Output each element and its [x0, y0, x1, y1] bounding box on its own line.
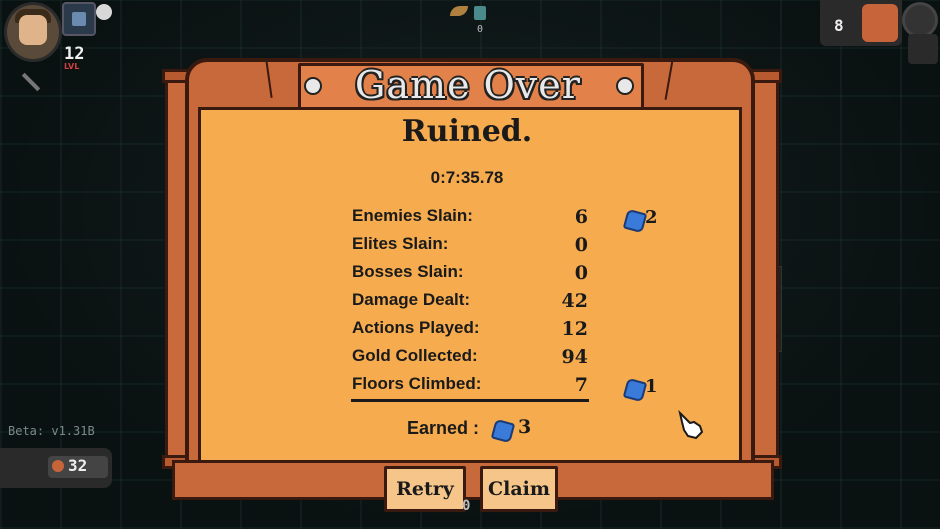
- game-over-title: Game Over: [355, 63, 581, 107]
- gold-coin-icon: [52, 460, 64, 472]
- stat-label: Bosses Slain:: [352, 262, 464, 281]
- stat-label: Damage Dealt:: [352, 290, 471, 309]
- currency-panel: 8: [820, 0, 902, 46]
- stat-value: 6: [574, 206, 588, 228]
- stat-value: 7: [574, 374, 588, 396]
- run-time: 0:7:35.78: [430, 168, 504, 187]
- player-avatar: [4, 2, 62, 62]
- orb-icon: [96, 4, 112, 20]
- menu-slot[interactable]: [908, 34, 938, 64]
- boot-icon: [474, 6, 486, 20]
- results-panel: [198, 107, 742, 463]
- leaf-icon: [450, 6, 468, 16]
- stat-value: 0: [574, 234, 588, 256]
- stat-value: 0: [574, 262, 588, 284]
- currency-count: 8: [834, 16, 844, 35]
- stat-value: 94: [561, 346, 588, 368]
- stat-label: Elites Slain:: [352, 234, 449, 253]
- retry-button[interactable]: Retry: [384, 466, 466, 512]
- claim-button[interactable]: Claim: [480, 466, 558, 512]
- currency-icon: [862, 4, 898, 42]
- stat-bonus: 2: [645, 207, 658, 228]
- version-label: Beta: v1.31B: [8, 424, 95, 438]
- right-pillar: [748, 69, 782, 469]
- stats-divider: [351, 399, 589, 402]
- stat-label: Actions Played:: [352, 318, 480, 337]
- stat-value: 12: [561, 318, 588, 340]
- settings-gear-icon[interactable]: [902, 2, 938, 38]
- skull-icon: [304, 77, 322, 95]
- player-level: 12: [64, 44, 85, 64]
- gold-amount: 32: [68, 456, 88, 475]
- stat-label: Floors Climbed:: [352, 374, 482, 393]
- stat-label: Gold Collected:: [352, 346, 478, 365]
- earned-value: 3: [518, 416, 532, 438]
- frame-base: [172, 460, 774, 500]
- player-level-label: LVL: [64, 62, 80, 71]
- stat-value: 42: [561, 290, 588, 312]
- pointer-hand-icon: [678, 410, 704, 440]
- relic-bar: [448, 2, 494, 22]
- result-heading: Ruined.: [401, 114, 533, 149]
- bottom-counter: 0: [462, 498, 471, 514]
- stat-bonus: 1: [645, 376, 658, 397]
- top-counter: 0: [477, 24, 484, 35]
- stat-label: Enemies Slain:: [352, 206, 473, 225]
- skull-icon: [616, 77, 634, 95]
- deck-icon[interactable]: [62, 2, 96, 36]
- earned-label: Earned :: [407, 418, 480, 438]
